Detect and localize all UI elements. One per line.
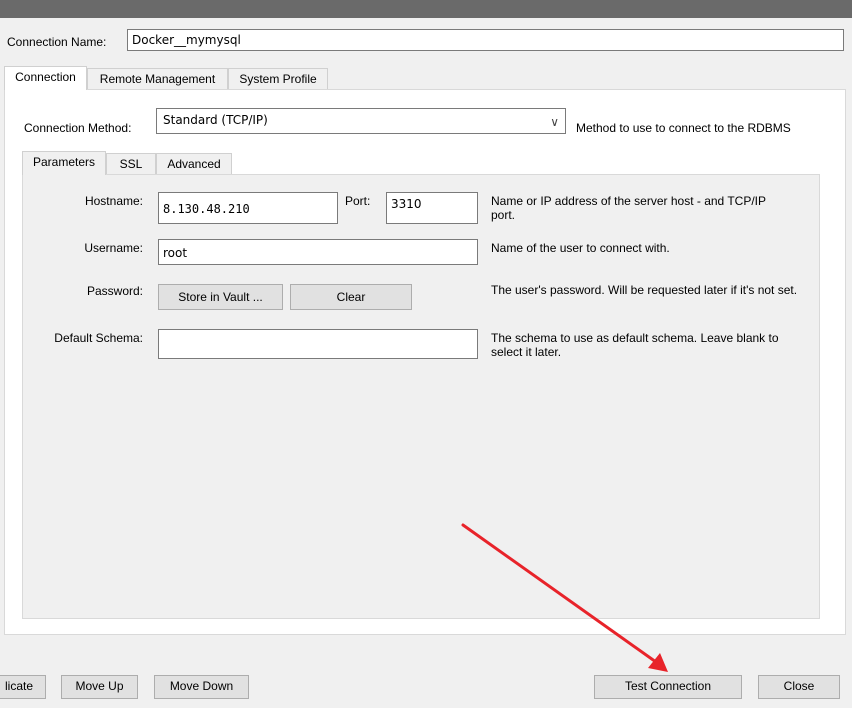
annotation-arrow <box>461 523 668 672</box>
